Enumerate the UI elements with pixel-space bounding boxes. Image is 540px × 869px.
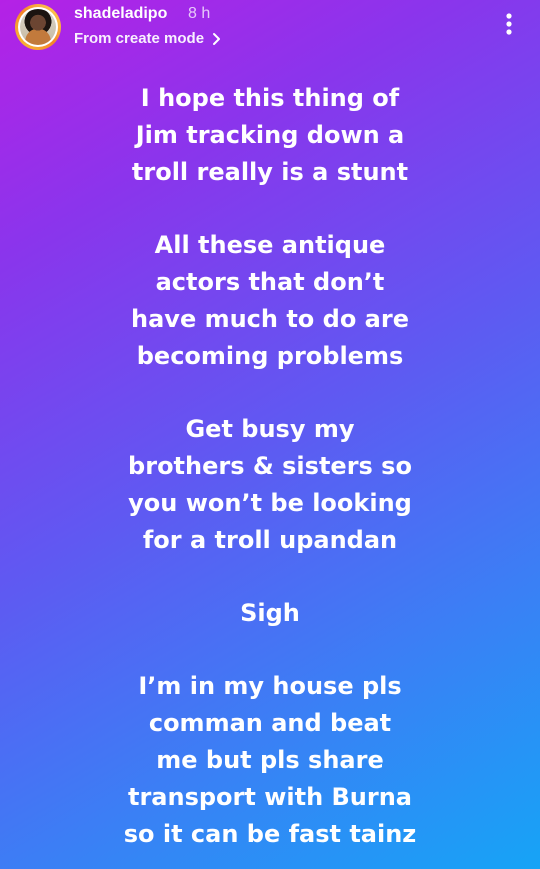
caption-line: have much to do are: [131, 305, 409, 333]
caption-line: All these antique: [154, 231, 386, 259]
caption-line: brothers & sisters so: [128, 452, 412, 480]
caption-paragraph: I’m in my house pls comman and beat me b…: [0, 668, 540, 853]
story-view[interactable]: shadeladipo 8 h From create mode I hope …: [0, 0, 540, 869]
caption-line: transport with Burna: [127, 783, 412, 811]
more-vertical-icon[interactable]: [500, 10, 518, 40]
story-header: shadeladipo 8 h From create mode: [0, 0, 540, 60]
profile-photo: [20, 9, 56, 45]
caption-line: actors that don’t: [155, 268, 385, 296]
chevron-right-icon[interactable]: [210, 29, 224, 49]
caption-line: I hope this thing of: [140, 84, 400, 112]
caption-line: for a troll upandan: [142, 526, 398, 554]
caption-line: I’m in my house pls: [138, 672, 402, 700]
caption-paragraph: All these antique actors that don’t have…: [0, 227, 540, 375]
caption-line: you won’t be looking: [128, 489, 412, 517]
caption-line: comman and beat: [148, 709, 392, 737]
caption-line: troll really is a stunt: [131, 158, 409, 186]
caption-paragraph: Get busy my brothers & sisters so you wo…: [0, 411, 540, 559]
username[interactable]: shadeladipo: [74, 4, 167, 24]
caption-line: becoming problems: [136, 342, 404, 370]
avatar[interactable]: [15, 4, 61, 50]
caption-paragraph: I hope this thing of Jim tracking down a…: [0, 80, 540, 191]
caption-paragraph: Sigh: [0, 595, 540, 632]
caption-line: me but pls share: [156, 746, 384, 774]
create-mode-link[interactable]: From create mode: [74, 29, 204, 49]
caption-line: Sigh: [240, 599, 300, 627]
avatar-ring: [18, 7, 58, 47]
caption-line: Get busy my: [185, 415, 355, 443]
caption-line: Jim tracking down a: [135, 121, 405, 149]
story-timestamp: 8 h: [188, 5, 211, 22]
caption-line: so it can be fast tainz: [123, 820, 417, 848]
story-caption: I hope this thing of Jim tracking down a…: [0, 80, 540, 869]
